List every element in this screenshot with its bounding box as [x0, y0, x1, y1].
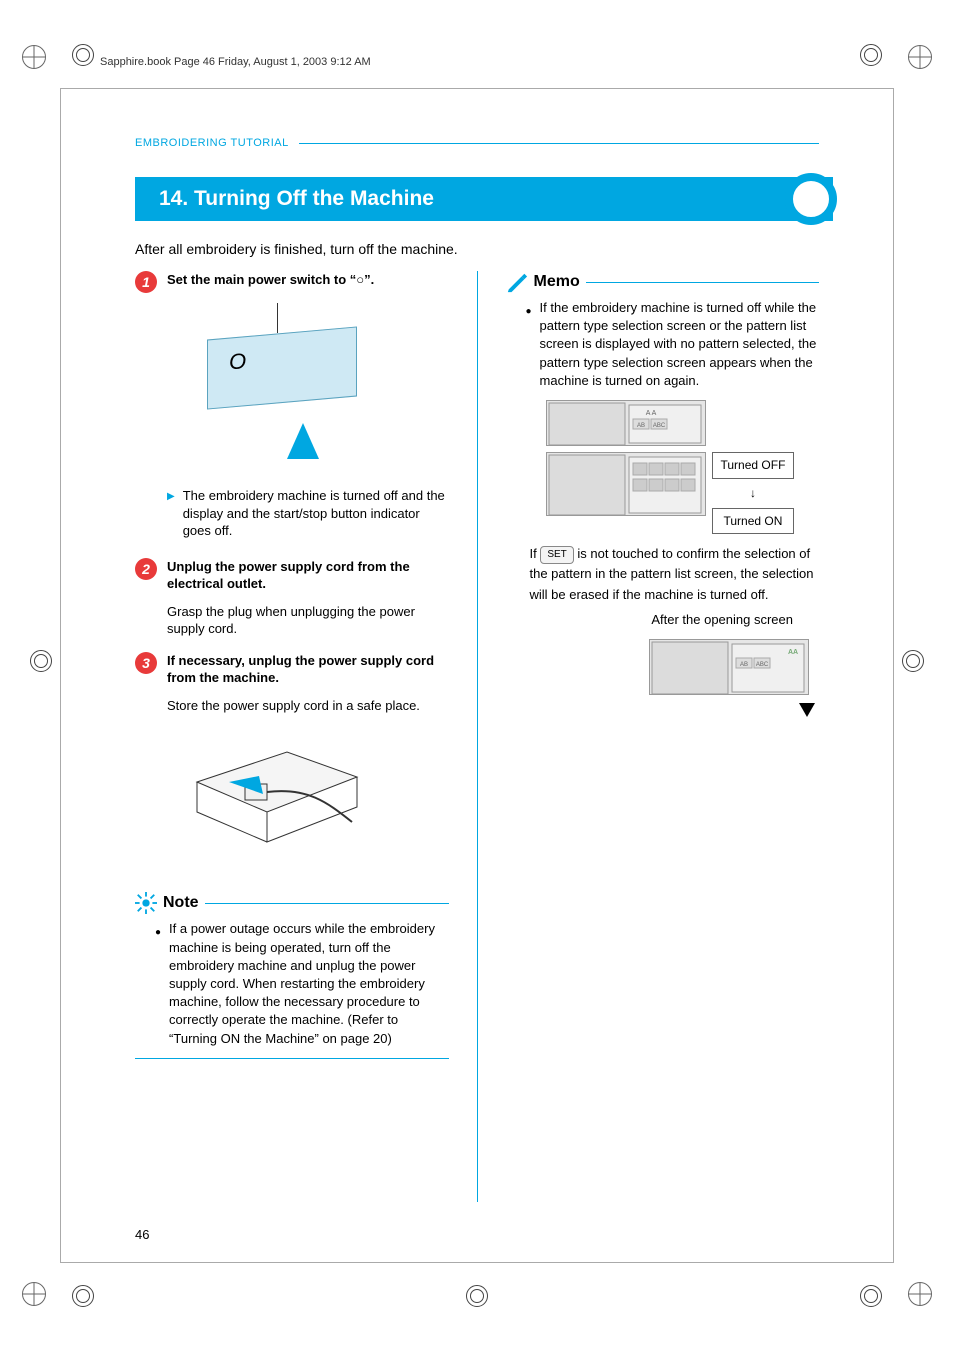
- svg-text:AA: AA: [788, 649, 798, 656]
- registration-mark-icon: [860, 1285, 882, 1307]
- svg-text:ABC: ABC: [652, 423, 665, 429]
- crop-mark-icon: [22, 45, 46, 69]
- set-key-icon: SET: [540, 546, 573, 564]
- left-column: 1 Set the main power switch to “○”. O ▶ …: [135, 271, 449, 1202]
- step-3-title: If necessary, unplug the power supply co…: [167, 652, 449, 687]
- step-1-result-text: The embroidery machine is turned off and…: [183, 487, 449, 540]
- direction-arrow-icon: [287, 423, 319, 459]
- breadcrumb-label: EMBROIDERING TUTORIAL: [135, 137, 289, 149]
- note-rule: [205, 903, 449, 904]
- step-1-title: Set the main power switch to “○”.: [167, 271, 374, 293]
- step-3: 3 If necessary, unplug the power supply …: [135, 652, 449, 687]
- continuation-arrow-icon: [799, 703, 815, 717]
- bullet-dot-icon: [526, 299, 532, 390]
- figure-unplug-cord: [167, 722, 387, 872]
- section-title-bar: 14. Turning Off the Machine: [135, 177, 833, 221]
- memo-rule: [586, 282, 819, 283]
- registration-mark-icon: [72, 44, 94, 66]
- note-box: Note If a power outage occurs while the …: [135, 892, 449, 1058]
- memo-box: Memo If the embroidery machine is turned…: [506, 271, 820, 695]
- right-column: Memo If the embroidery machine is turned…: [506, 271, 820, 1202]
- memo-label: Memo: [534, 273, 580, 291]
- section-title: 14. Turning Off the Machine: [159, 187, 434, 211]
- running-header: Sapphire.book Page 46 Friday, August 1, …: [100, 56, 371, 68]
- callout-turned-on: Turned ON: [712, 508, 795, 535]
- breadcrumb-rule: [299, 143, 819, 144]
- callout-turned-off: Turned OFF: [712, 452, 795, 479]
- column-divider: [477, 271, 478, 1202]
- note-label: Note: [163, 894, 199, 912]
- page-frame: EMBROIDERING TUTORIAL 14. Turning Off th…: [60, 88, 894, 1263]
- step-1: 1 Set the main power switch to “○”.: [135, 271, 449, 293]
- callout-line-icon: [277, 303, 278, 333]
- screen-thumbnail-2: [546, 452, 706, 516]
- memo-paragraph-2: If SET is not touched to confirm the sel…: [530, 544, 820, 604]
- registration-mark-icon: [30, 650, 52, 672]
- svg-text:AB: AB: [636, 423, 644, 429]
- memo-paragraph-1: If the embroidery machine is turned off …: [540, 299, 819, 390]
- breadcrumb: EMBROIDERING TUTORIAL: [135, 137, 819, 149]
- triangle-bullet-icon: ▶: [167, 490, 175, 540]
- svg-text:AB: AB: [740, 662, 748, 668]
- switch-off-symbol: O: [229, 349, 246, 375]
- note-icon: [135, 892, 157, 914]
- bullet-dot-icon: [155, 920, 161, 1047]
- page-number: 46: [135, 1227, 149, 1242]
- step-number-badge: 2: [135, 558, 157, 580]
- callout-arrow-down: ↓: [712, 481, 795, 506]
- figure-power-switch: O: [167, 303, 387, 473]
- step-3-body: Store the power supply cord in a safe pl…: [167, 697, 449, 715]
- step-2-body: Grasp the plug when unplugging the power…: [167, 603, 449, 638]
- crop-mark-icon: [22, 1282, 46, 1306]
- screen-thumbnail-1: A A AB ABC: [546, 400, 706, 446]
- step-number-badge: 3: [135, 652, 157, 674]
- registration-mark-icon: [466, 1285, 488, 1307]
- intro-text: After all embroidery is finished, turn o…: [135, 241, 458, 257]
- step-2-title: Unplug the power supply cord from the el…: [167, 558, 449, 593]
- memo-icon: [506, 271, 528, 293]
- crop-mark-icon: [908, 45, 932, 69]
- registration-mark-icon: [860, 44, 882, 66]
- svg-text:A A: A A: [645, 410, 656, 417]
- crop-mark-icon: [908, 1282, 932, 1306]
- svg-text:ABC: ABC: [756, 662, 769, 668]
- registration-mark-icon: [902, 650, 924, 672]
- note-rule-bottom: [135, 1058, 449, 1059]
- step-number-badge: 1: [135, 271, 157, 293]
- step-1-result: ▶ The embroidery machine is turned off a…: [167, 487, 449, 540]
- screen-thumbnail-3: AA AB ABC: [649, 639, 809, 695]
- registration-mark-icon: [72, 1285, 94, 1307]
- step-2: 2 Unplug the power supply cord from the …: [135, 558, 449, 593]
- after-opening-label: After the opening screen: [526, 611, 794, 629]
- title-endcap-icon: [785, 173, 837, 225]
- note-body: If a power outage occurs while the embro…: [169, 920, 448, 1047]
